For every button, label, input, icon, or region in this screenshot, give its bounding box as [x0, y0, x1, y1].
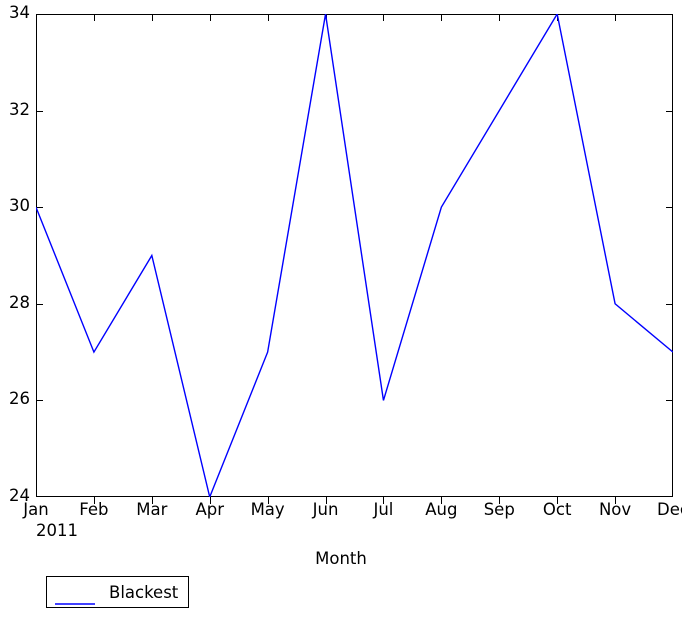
chart-figure: 24 26 28 30 32 34 Jan Feb Mar Apr May Jun Jul Aug Sep… [0, 0, 682, 621]
x-tick-mark [325, 497, 327, 504]
x-axis-label: Month [315, 549, 367, 568]
x-tick-label: Mar [136, 500, 168, 519]
x-tick-mark [151, 497, 153, 504]
x-tick-label: Oct [542, 500, 572, 519]
x-tick-label: Jun [312, 500, 339, 519]
series-line [36, 14, 673, 497]
x-tick-mark [93, 497, 95, 504]
x-axis-year-label: 2011 [36, 521, 78, 540]
x-tick-mark [615, 497, 617, 504]
x-tick-label: May [250, 500, 285, 519]
x-tick-mark [441, 497, 443, 504]
x-tick-label: Feb [79, 500, 109, 519]
x-tick-label: Dec [657, 500, 682, 519]
x-tick-label: Apr [195, 500, 224, 519]
x-tick-mark [499, 497, 501, 504]
y-tick-label: 28 [9, 292, 30, 312]
legend-line-swatch [55, 591, 95, 605]
legend-line-icon [55, 603, 95, 605]
x-tick-mark [267, 497, 269, 504]
y-tick-label: 26 [9, 389, 30, 409]
y-tick-label: 34 [9, 3, 30, 22]
plot-lines [36, 14, 673, 497]
x-tick-label: Jul [373, 500, 394, 519]
x-tick-label: Sep [483, 500, 515, 519]
series-group [36, 14, 673, 497]
x-tick-label: Nov [598, 500, 632, 519]
y-tick-label: 32 [9, 99, 30, 119]
legend-label-blackest: Blackest [109, 582, 179, 602]
x-tick-mark [557, 497, 559, 504]
x-tick-mark [209, 497, 211, 504]
legend-box: Blackest [46, 576, 190, 608]
x-tick-label: Aug [425, 500, 458, 519]
y-tick-label: 30 [9, 196, 30, 216]
x-tick-mark [383, 497, 385, 504]
x-tick-label: Jan [23, 500, 49, 519]
